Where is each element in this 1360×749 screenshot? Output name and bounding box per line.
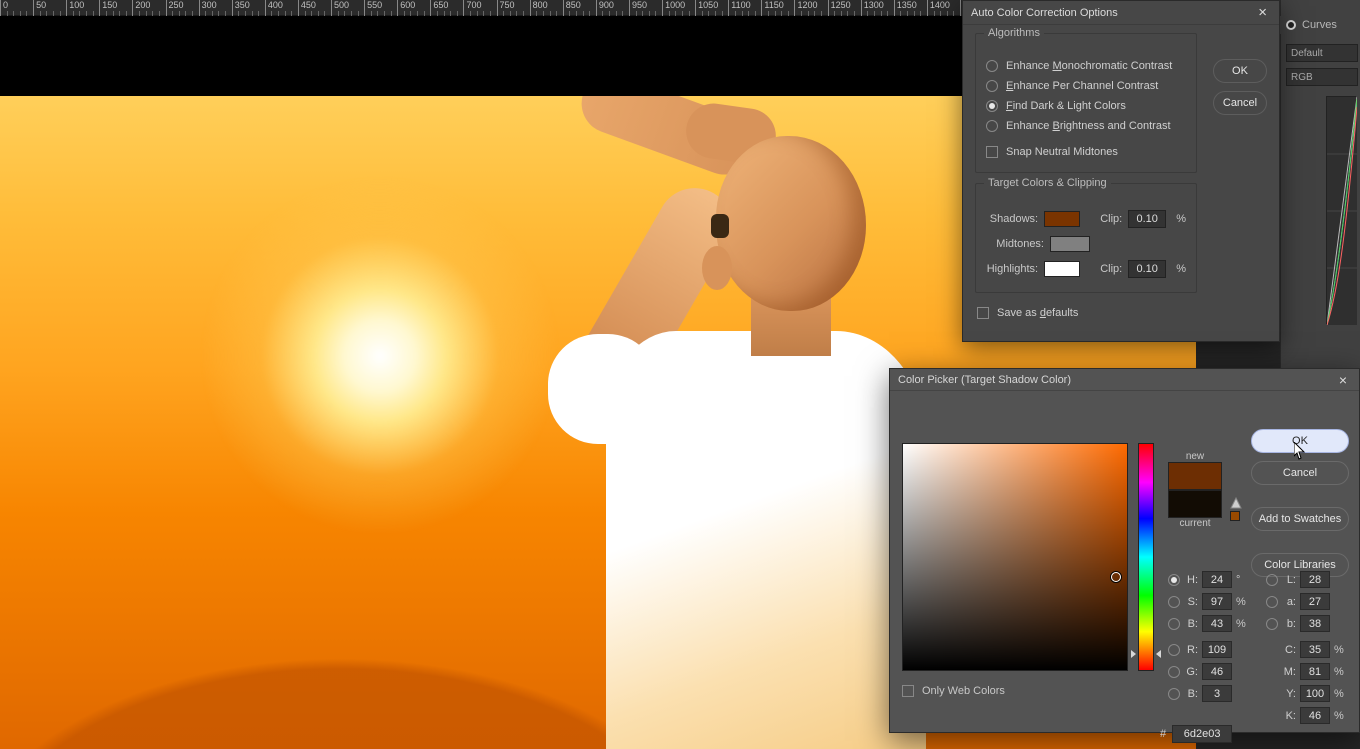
auto-color-correction-dialog: Auto Color Correction Options × OK Cance… xyxy=(962,0,1280,342)
b-input[interactable] xyxy=(1300,615,1330,632)
a-input[interactable] xyxy=(1300,593,1330,610)
g-input[interactable] xyxy=(1202,663,1232,680)
websafe-swatch[interactable] xyxy=(1230,511,1240,521)
bright-radio[interactable] xyxy=(1168,618,1180,630)
sv-cursor-icon xyxy=(1111,572,1121,582)
l-radio[interactable] xyxy=(1266,574,1278,586)
blue-radio[interactable] xyxy=(1168,688,1180,700)
clip-label-2: Clip: xyxy=(1100,263,1122,275)
save-defaults-checkbox[interactable]: Save as defaults xyxy=(975,303,1267,323)
hue-radio[interactable] xyxy=(1168,574,1180,586)
highlights-clip-input[interactable] xyxy=(1128,260,1166,278)
hue-indicator-icon xyxy=(1131,650,1136,658)
only-web-colors-checkbox[interactable]: Only Web Colors xyxy=(902,685,1005,697)
r-radio[interactable] xyxy=(1168,644,1180,656)
snap-neutral-midtones-checkbox[interactable]: Snap Neutral Midtones xyxy=(986,142,1186,162)
curves-graph[interactable] xyxy=(1326,96,1356,324)
sat-radio[interactable] xyxy=(1168,596,1180,608)
current-label: current xyxy=(1168,518,1222,529)
curves-preset-dropdown[interactable]: Default xyxy=(1286,44,1358,62)
hue-input[interactable] xyxy=(1202,571,1232,588)
b-radio[interactable] xyxy=(1266,618,1278,630)
saturation-value-field[interactable] xyxy=(902,443,1128,671)
g-radio[interactable] xyxy=(1168,666,1180,678)
k-input[interactable] xyxy=(1300,707,1330,724)
clip-label: Clip: xyxy=(1100,213,1122,225)
curves-channel-dropdown[interactable]: RGB xyxy=(1286,68,1358,86)
current-color-swatch[interactable] xyxy=(1168,490,1222,518)
ok-button[interactable]: OK xyxy=(1251,429,1349,453)
shadows-swatch[interactable] xyxy=(1044,211,1080,227)
r-input[interactable] xyxy=(1202,641,1232,658)
algo-find-dark-light-radio[interactable]: Find Dark & Light Colors xyxy=(986,96,1186,116)
hex-input[interactable] xyxy=(1172,725,1232,743)
algo-monochromatic-radio[interactable]: Enhance Monochromatic Contrast xyxy=(986,56,1186,76)
shadows-label: Shadows: xyxy=(986,213,1038,225)
dialog-titlebar[interactable]: Auto Color Correction Options × xyxy=(963,1,1279,25)
adjustment-icon xyxy=(1286,20,1296,30)
algorithms-legend: Algorithms xyxy=(984,27,1044,39)
close-icon[interactable]: × xyxy=(1254,4,1271,21)
cancel-button[interactable]: Cancel xyxy=(1251,461,1349,485)
algo-brightness-contrast-radio[interactable]: Enhance Brightness and Contrast xyxy=(986,116,1186,136)
horizontal-ruler[interactable]: 0501001502002503003504004505005506006507… xyxy=(0,0,960,16)
curves-panel-label: Curves xyxy=(1302,19,1337,31)
l-input[interactable] xyxy=(1300,571,1330,588)
cancel-button[interactable]: Cancel xyxy=(1213,91,1267,115)
mouse-cursor-icon xyxy=(1294,442,1306,460)
midtones-swatch[interactable] xyxy=(1050,236,1090,252)
a-radio[interactable] xyxy=(1266,596,1278,608)
blue-input[interactable] xyxy=(1202,685,1232,702)
hex-label: # xyxy=(1160,728,1166,740)
dialog-titlebar[interactable]: Color Picker (Target Shadow Color) × xyxy=(890,369,1359,391)
m-input[interactable] xyxy=(1300,663,1330,680)
new-label: new xyxy=(1168,451,1222,462)
midtones-label: Midtones: xyxy=(986,238,1044,250)
color-picker-dialog: Color Picker (Target Shadow Color) × new… xyxy=(889,368,1360,733)
close-icon[interactable]: × xyxy=(1335,372,1351,388)
c-input[interactable] xyxy=(1300,641,1330,658)
sat-input[interactable] xyxy=(1202,593,1232,610)
curves-panel-header[interactable]: Curves xyxy=(1280,16,1360,34)
bright-input[interactable] xyxy=(1202,615,1232,632)
dialog-title: Auto Color Correction Options xyxy=(971,7,1118,19)
highlights-label: Highlights: xyxy=(986,263,1038,275)
highlights-swatch[interactable] xyxy=(1044,261,1080,277)
new-color-swatch[interactable] xyxy=(1168,462,1222,490)
targets-legend: Target Colors & Clipping xyxy=(984,177,1111,189)
hue-slider[interactable] xyxy=(1138,443,1154,671)
ok-button[interactable]: OK xyxy=(1213,59,1267,83)
y-input[interactable] xyxy=(1300,685,1330,702)
hue-indicator-icon xyxy=(1156,650,1161,658)
algo-per-channel-radio[interactable]: Enhance Per Channel Contrast xyxy=(986,76,1186,96)
add-to-swatches-button[interactable]: Add to Swatches xyxy=(1251,507,1349,531)
gamut-warning-icon[interactable] xyxy=(1230,497,1242,509)
shadows-clip-input[interactable] xyxy=(1128,210,1166,228)
dialog-title: Color Picker (Target Shadow Color) xyxy=(898,374,1071,386)
